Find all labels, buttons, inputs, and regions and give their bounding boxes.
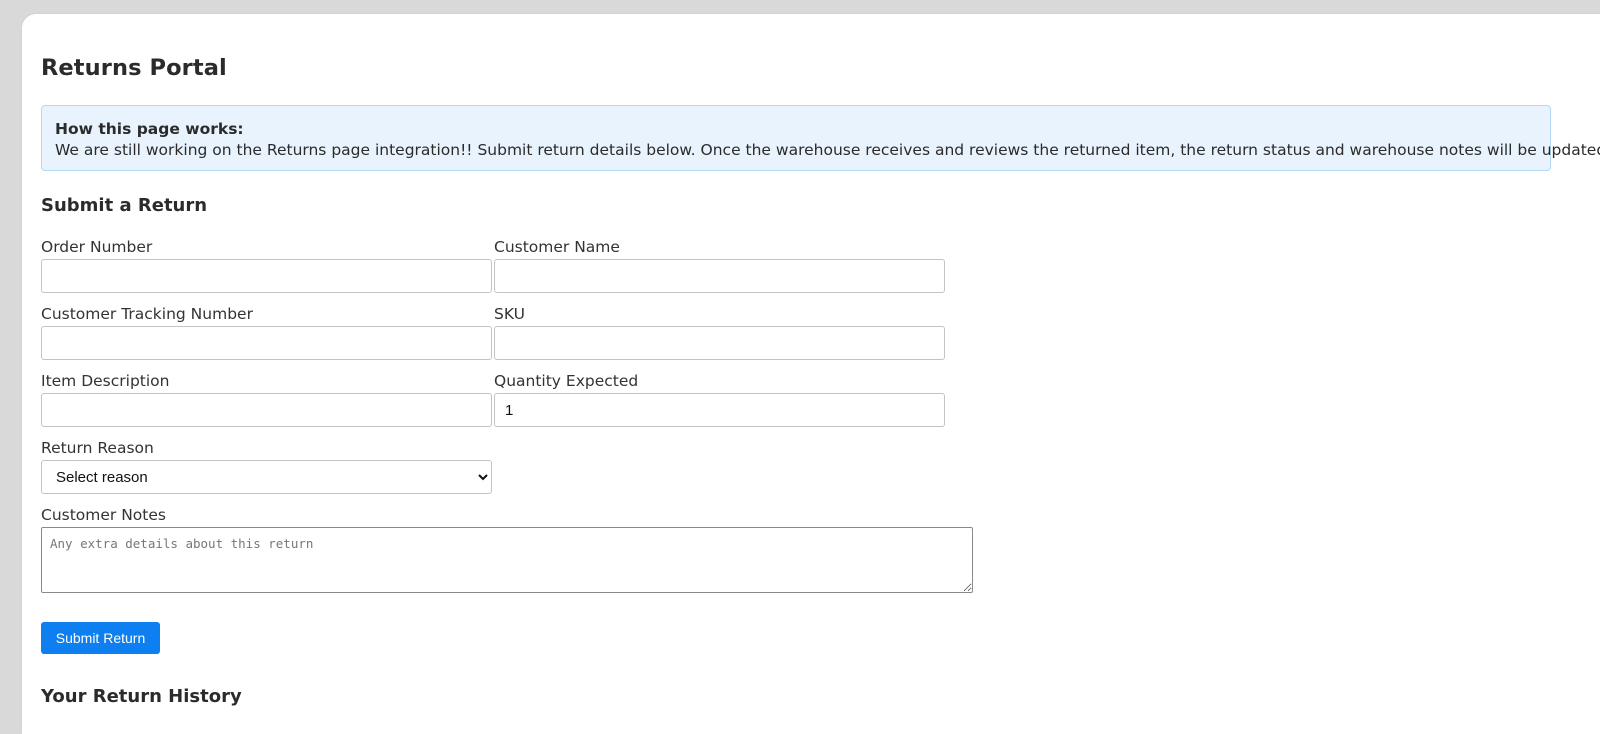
- submit-return-heading: Submit a Return: [41, 195, 208, 216]
- tracking-number-label: Customer Tracking Number: [41, 305, 253, 323]
- item-description-label: Item Description: [41, 372, 170, 390]
- sku-input[interactable]: [494, 326, 945, 360]
- tracking-number-group: Customer Tracking Number: [41, 305, 492, 360]
- return-history-heading: Your Return History: [41, 686, 242, 707]
- order-number-input[interactable]: [41, 259, 492, 293]
- sku-label: SKU: [494, 305, 525, 323]
- info-box-title: How this page works:: [55, 120, 244, 138]
- return-reason-group: Return Reason Select reason: [41, 439, 492, 494]
- page-title: Returns Portal: [41, 55, 227, 81]
- submit-return-button[interactable]: Submit Return: [41, 622, 160, 654]
- customer-name-label: Customer Name: [494, 238, 620, 256]
- customer-name-group: Customer Name: [494, 238, 945, 293]
- tracking-number-input[interactable]: [41, 326, 492, 360]
- quantity-expected-group: Quantity Expected: [494, 372, 945, 427]
- item-description-input[interactable]: [41, 393, 492, 427]
- customer-notes-textarea[interactable]: [41, 527, 973, 593]
- sku-group: SKU: [494, 305, 945, 360]
- quantity-expected-input[interactable]: [494, 393, 945, 427]
- customer-name-input[interactable]: [494, 259, 945, 293]
- customer-notes-label: Customer Notes: [41, 506, 166, 524]
- quantity-expected-label: Quantity Expected: [494, 372, 639, 390]
- return-reason-label: Return Reason: [41, 439, 154, 457]
- return-reason-select[interactable]: Select reason: [41, 460, 492, 494]
- order-number-group: Order Number: [41, 238, 492, 293]
- order-number-label: Order Number: [41, 238, 153, 256]
- info-box-text: We are still working on the Returns page…: [55, 141, 1600, 159]
- main-card: Returns Portal How this page works: We a…: [22, 14, 1600, 734]
- customer-notes-group: Customer Notes: [41, 506, 973, 593]
- item-description-group: Item Description: [41, 372, 492, 427]
- info-box: How this page works: We are still workin…: [41, 105, 1600, 171]
